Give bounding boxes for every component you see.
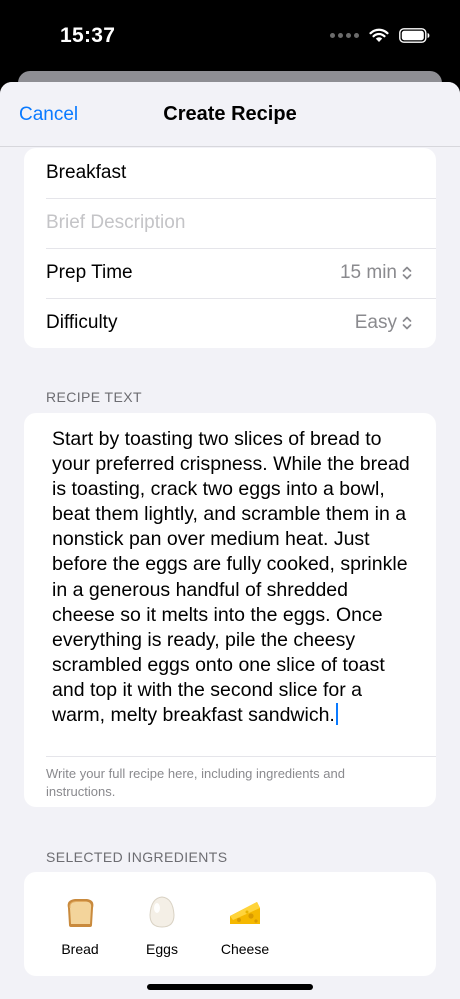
recipe-text-area[interactable]: Start by toasting two slices of bread to… [52, 427, 414, 728]
difficulty-value: Easy [354, 312, 397, 333]
recipe-text-header: RECIPE TEXT [46, 389, 142, 405]
recipe-text-content: Start by toasting two slices of bread to… [52, 428, 410, 727]
description-field[interactable]: Brief Description [24, 198, 436, 248]
home-indicator[interactable] [147, 984, 313, 990]
prep-time-label: Prep Time [46, 262, 133, 283]
prep-time-picker[interactable]: Prep Time 15 min [24, 248, 436, 298]
prep-time-value-group: 15 min [340, 262, 412, 284]
ingredient-label: Bread [61, 941, 99, 957]
recipe-details-form: Breakfast Brief Description Prep Time 15… [24, 148, 436, 348]
wifi-icon [369, 28, 389, 42]
recipe-name-field[interactable]: Breakfast [24, 148, 436, 198]
navigation-bar: Cancel Create Recipe [0, 82, 460, 147]
status-bar: 15:37 [0, 0, 460, 72]
difficulty-label: Difficulty [46, 312, 118, 333]
chevron-up-down-icon [402, 266, 412, 280]
ingredient-label: Eggs [146, 941, 178, 957]
ingredient-bread[interactable]: Bread [45, 894, 115, 957]
cheese-icon [230, 902, 260, 924]
battery-icon [399, 28, 430, 43]
status-icons [330, 28, 430, 43]
chevron-up-down-icon [402, 316, 412, 330]
page-title: Create Recipe [163, 103, 297, 125]
ingredient-label: Cheese [220, 941, 270, 957]
prep-time-value: 15 min [339, 262, 397, 283]
description-placeholder: Brief Description [46, 212, 186, 233]
difficulty-value-group: Easy [355, 312, 412, 334]
recipe-name-value: Breakfast [46, 162, 127, 183]
ingredient-cheese[interactable]: Cheese [210, 894, 280, 957]
egg-icon [149, 896, 175, 928]
ingredient-eggs[interactable]: Eggs [127, 894, 197, 957]
create-recipe-sheet: Cancel Create Recipe Breakfast Brief Des… [0, 82, 460, 999]
selected-ingredients-list: Bread Eggs Cheese [24, 872, 436, 976]
difficulty-picker[interactable]: Difficulty Easy [24, 298, 436, 348]
bread-icon [67, 899, 94, 927]
status-time: 15:37 [60, 24, 116, 47]
selected-ingredients-header: SELECTED INGREDIENTS [46, 849, 228, 865]
recipe-text-footnote: Write your full recipe here, including i… [46, 766, 345, 799]
text-cursor [335, 703, 338, 726]
cellular-signal-icon [330, 33, 359, 38]
recipe-text-editor[interactable]: Start by toasting two slices of bread to… [24, 413, 436, 807]
divider [46, 756, 436, 757]
